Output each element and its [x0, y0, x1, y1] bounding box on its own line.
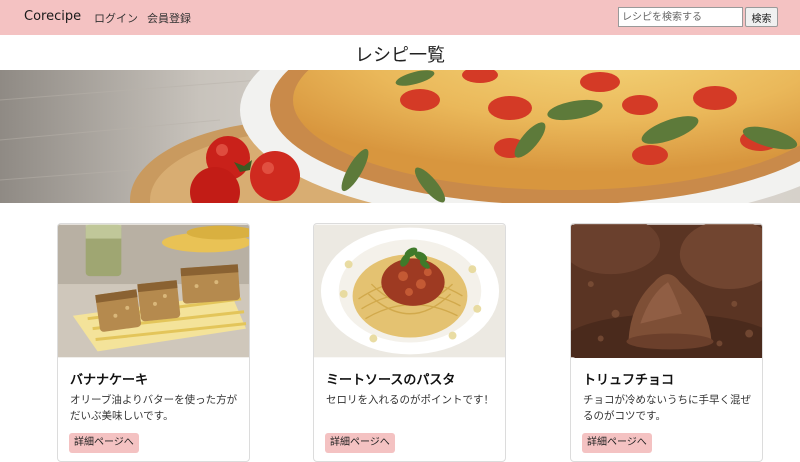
recipe-card: ミートソースのパスタ セロリを入れるのがポイントです！ 詳細ページへ	[313, 223, 506, 462]
recipe-title: バナナケーキ	[70, 373, 149, 388]
recipe-title: ミートソースのパスタ	[326, 373, 456, 388]
search-button[interactable]: 検索	[745, 7, 778, 27]
page-title: レシピ一覧	[355, 45, 445, 66]
recipe-detail-button[interactable]: 詳細ページへ	[325, 433, 395, 453]
recipe-detail-button[interactable]: 詳細ページへ	[582, 433, 652, 453]
recipe-title: トリュフチョコ	[583, 373, 675, 388]
search-input[interactable]	[618, 7, 743, 27]
recipe-card: バナナケーキ オリーブ油よりバターを使った方がだいぶ美味しいです。 詳細ページへ	[57, 223, 250, 462]
recipe-card: トリュフチョコ チョコが冷めないうちに手早く混ぜるのがコツです。 詳細ページへ	[570, 223, 763, 462]
truffle-chocolate-image	[571, 224, 762, 358]
pizza-hero-image	[0, 70, 800, 203]
banana-cake-image	[58, 224, 249, 358]
recipe-description: セロリを入れるのがポイントです！	[326, 394, 494, 406]
recipe-description: オリーブ油よりバターを使った方がだいぶ美味しいです。	[70, 394, 238, 422]
navbar: Corecipe ログイン 会員登録 検索	[0, 0, 800, 35]
recipe-detail-button[interactable]: 詳細ページへ	[69, 433, 139, 453]
hero-banner	[0, 70, 800, 203]
recipe-description: チョコが冷めないうちに手早く混ぜるのがコツです。	[583, 394, 751, 422]
nav-login-link[interactable]: ログイン	[94, 10, 138, 26]
nav-register-link[interactable]: 会員登録	[147, 10, 191, 26]
brand-link[interactable]: Corecipe	[24, 9, 81, 24]
meat-sauce-pasta-image	[314, 224, 505, 358]
